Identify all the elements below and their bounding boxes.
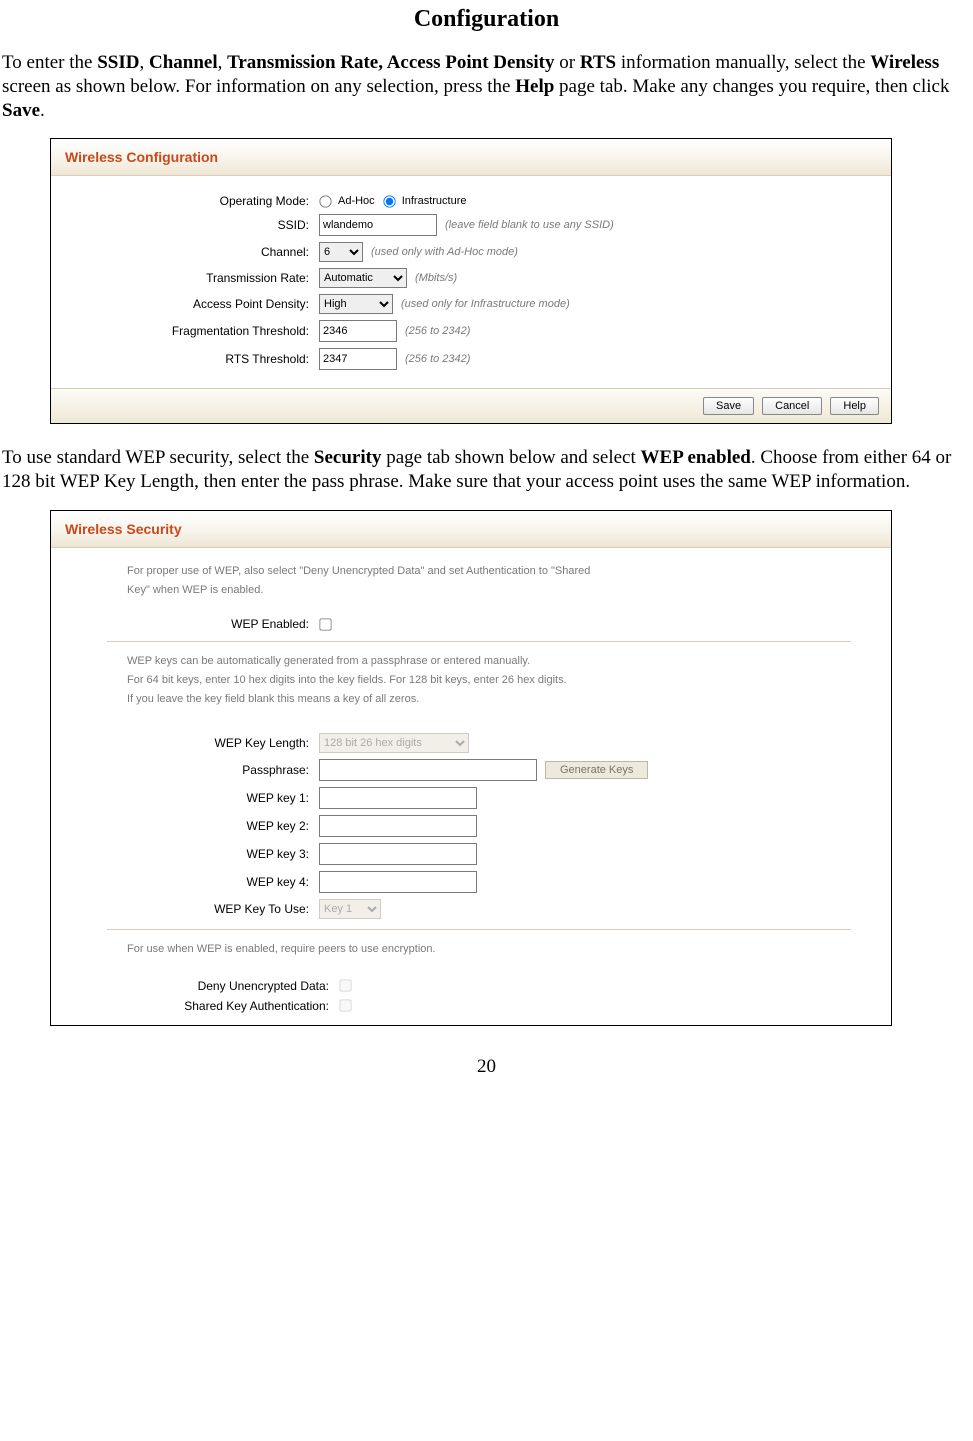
label-ssid: SSID: xyxy=(59,218,319,232)
wep-length-select[interactable]: 128 bit 26 hex digits xyxy=(319,733,469,753)
label-wep-key-to-use: WEP Key To Use: xyxy=(59,902,319,916)
label-wep-enabled: WEP Enabled: xyxy=(59,617,319,631)
label-shared-key-auth: Shared Key Authentication: xyxy=(59,999,339,1013)
wep-key-2-input[interactable] xyxy=(319,815,477,837)
text: page tab. Make any changes you require, … xyxy=(554,76,949,97)
text: or xyxy=(555,52,580,73)
hint-frag: (256 to 2342) xyxy=(405,325,470,337)
label-channel: Channel: xyxy=(59,245,319,259)
label-wep-length: WEP Key Length: xyxy=(59,736,319,750)
text-security: Security xyxy=(314,447,382,468)
label-rts: RTS Threshold: xyxy=(59,352,319,366)
label-wep-key-1: WEP key 1: xyxy=(59,791,319,805)
wep-enabled-checkbox[interactable] xyxy=(319,618,331,630)
page-number: 20 xyxy=(2,1056,971,1078)
ssid-input[interactable] xyxy=(319,214,437,236)
label-ap-density: Access Point Density: xyxy=(59,297,319,311)
hint-rts: (256 to 2342) xyxy=(405,353,470,365)
encryption-note: For use when WEP is enabled, require pee… xyxy=(59,940,883,959)
label-wep-key-2: WEP key 2: xyxy=(59,819,319,833)
wep-key-to-use-select[interactable]: Key 1 xyxy=(319,899,381,919)
keys-note-line2: For 64 bit keys, enter 10 hex digits int… xyxy=(59,671,883,690)
page-title: Configuration xyxy=(2,6,971,33)
intro-paragraph-1: To enter the SSID, Channel, Transmission… xyxy=(2,51,971,122)
keys-note-line1: WEP keys can be automatically generated … xyxy=(59,652,883,671)
text: , xyxy=(139,52,149,73)
frag-input[interactable] xyxy=(319,320,397,342)
separator xyxy=(107,641,851,642)
rts-input[interactable] xyxy=(319,348,397,370)
wireless-security-panel: Wireless Security For proper use of WEP,… xyxy=(50,510,892,1026)
text-help: Help xyxy=(515,76,554,97)
hint-ap-density: (used only for Infrastructure mode) xyxy=(401,298,570,310)
label-wep-key-4: WEP key 4: xyxy=(59,875,319,889)
text: screen as shown below. For information o… xyxy=(2,76,515,97)
hint-ssid: (leave field blank to use any SSID) xyxy=(445,219,614,231)
wep-note-line1: For proper use of WEP, also select "Deny… xyxy=(59,562,883,581)
text-ssid: SSID xyxy=(97,52,139,73)
text: information manually, select the xyxy=(616,52,870,73)
radio-infra-label: Infrastructure xyxy=(402,195,467,207)
tx-rate-select[interactable]: Automatic xyxy=(319,268,407,288)
deny-unencrypted-checkbox[interactable] xyxy=(339,980,351,992)
text: , xyxy=(218,52,228,73)
radio-infrastructure[interactable] xyxy=(383,195,395,207)
text: To enter the xyxy=(2,52,97,73)
separator xyxy=(107,929,851,930)
passphrase-input[interactable] xyxy=(319,759,537,781)
wep-key-1-input[interactable] xyxy=(319,787,477,809)
wep-key-3-input[interactable] xyxy=(319,843,477,865)
hint-channel: (used only with Ad-Hoc mode) xyxy=(371,246,518,258)
ap-density-select[interactable]: High xyxy=(319,294,393,314)
text-wep-enabled: WEP enabled xyxy=(641,447,751,468)
panel-title: Wireless Security xyxy=(51,511,891,548)
intro-paragraph-2: To use standard WEP security, select the… xyxy=(2,446,971,494)
hint-tx-rate: (Mbits/s) xyxy=(415,272,457,284)
keys-note-line3: If you leave the key field blank this me… xyxy=(59,690,883,709)
text-channel: Channel xyxy=(149,52,218,73)
radio-adhoc-label: Ad-Hoc xyxy=(338,195,375,207)
help-button[interactable]: Help xyxy=(830,397,879,415)
radio-adhoc[interactable] xyxy=(319,195,331,207)
text-wireless: Wireless xyxy=(870,52,939,73)
panel-title: Wireless Configuration xyxy=(51,139,891,176)
text-save: Save xyxy=(2,100,40,121)
channel-select[interactable]: 6 xyxy=(319,242,363,262)
text-tx-apd: Transmission Rate, Access Point Density xyxy=(227,52,554,73)
label-tx-rate: Transmission Rate: xyxy=(59,271,319,285)
save-button[interactable]: Save xyxy=(703,397,754,415)
shared-key-auth-checkbox[interactable] xyxy=(339,1000,351,1012)
text: page tab shown below and select xyxy=(381,447,640,468)
generate-keys-button[interactable]: Generate Keys xyxy=(545,761,648,779)
label-wep-key-3: WEP key 3: xyxy=(59,847,319,861)
label-operating-mode: Operating Mode: xyxy=(59,194,319,208)
text: . xyxy=(40,100,45,121)
text-rts: RTS xyxy=(580,52,616,73)
cancel-button[interactable]: Cancel xyxy=(762,397,822,415)
label-passphrase: Passphrase: xyxy=(59,763,319,777)
wep-key-4-input[interactable] xyxy=(319,871,477,893)
label-deny-unencrypted: Deny Unencrypted Data: xyxy=(59,979,339,993)
wep-note-line2: Key" when WEP is enabled. xyxy=(59,581,883,600)
label-frag: Fragmentation Threshold: xyxy=(59,324,319,338)
wireless-configuration-panel: Wireless Configuration Operating Mode: A… xyxy=(50,138,892,424)
text: To use standard WEP security, select the xyxy=(2,447,314,468)
